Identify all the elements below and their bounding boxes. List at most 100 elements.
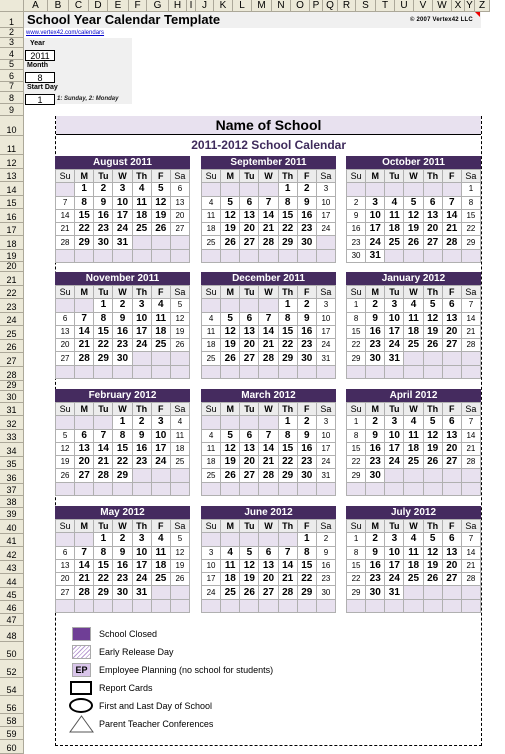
day-cell[interactable]: 7 [460, 298, 482, 313]
day-cell[interactable]: 13 [74, 441, 95, 457]
day-cell[interactable]: 16 [296, 324, 317, 340]
column-header[interactable]: H [169, 0, 187, 12]
day-cell[interactable]: 20 [441, 558, 462, 574]
day-cell[interactable]: 19 [403, 222, 424, 237]
day-cell[interactable]: 17 [315, 324, 337, 340]
day-cell[interactable]: 30 [296, 351, 317, 366]
empty-cell[interactable] [315, 481, 337, 497]
day-cell[interactable]: 30 [93, 235, 114, 250]
empty-cell[interactable] [403, 248, 424, 264]
day-cell[interactable]: 16 [112, 558, 133, 574]
day-cell[interactable]: 26 [150, 222, 171, 237]
day-cell[interactable]: 20 [239, 338, 260, 353]
day-cell[interactable]: 2 [93, 182, 114, 197]
day-cell[interactable]: 8 [345, 428, 367, 443]
day-cell[interactable]: 2 [131, 415, 152, 430]
day-cell[interactable]: 24 [150, 455, 171, 470]
day-cell[interactable]: 18 [403, 441, 424, 457]
row-header[interactable]: 38 [0, 496, 24, 508]
day-cell[interactable]: 17 [365, 222, 386, 237]
day-cell[interactable]: 26 [169, 338, 191, 353]
day-cell[interactable]: 18 [131, 208, 152, 224]
empty-cell[interactable] [365, 598, 386, 614]
empty-cell[interactable] [54, 415, 76, 430]
empty-cell[interactable] [150, 364, 171, 380]
empty-cell[interactable] [403, 598, 424, 614]
empty-cell[interactable] [169, 248, 191, 264]
row-header[interactable]: 28 [0, 367, 24, 381]
empty-cell[interactable] [441, 585, 462, 600]
empty-cell[interactable] [200, 298, 222, 313]
day-cell[interactable]: 25 [384, 235, 405, 250]
day-cell[interactable]: 10 [112, 195, 133, 210]
day-cell[interactable]: 22 [345, 455, 367, 470]
row-header[interactable]: 59 [0, 727, 24, 740]
empty-cell[interactable] [220, 532, 241, 547]
empty-cell[interactable] [441, 468, 462, 483]
day-cell[interactable]: 19 [422, 441, 443, 457]
day-cell[interactable]: 29 [345, 585, 367, 600]
empty-cell[interactable] [74, 364, 95, 380]
day-cell[interactable]: 21 [441, 222, 462, 237]
day-cell[interactable]: 15 [74, 208, 95, 224]
empty-cell[interactable] [384, 182, 405, 197]
column-header[interactable]: O [291, 0, 310, 12]
day-cell[interactable]: 24 [315, 338, 337, 353]
day-cell[interactable]: 6 [74, 428, 95, 443]
month-title[interactable]: May 2012 [55, 506, 190, 519]
day-cell[interactable]: 21 [74, 338, 95, 353]
day-cell[interactable]: 24 [131, 338, 152, 353]
day-cell[interactable]: 21 [277, 572, 298, 587]
row-header[interactable]: 24 [0, 313, 24, 326]
day-cell[interactable]: 3 [200, 545, 222, 560]
month-title[interactable]: September 2011 [201, 156, 336, 169]
day-cell[interactable]: 12 [422, 428, 443, 443]
day-cell[interactable]: 2 [296, 182, 317, 197]
day-cell[interactable]: 20 [239, 455, 260, 470]
empty-cell[interactable] [200, 415, 222, 430]
day-cell[interactable]: 10 [365, 208, 386, 224]
empty-cell[interactable] [169, 235, 191, 250]
day-cell[interactable]: 22 [93, 338, 114, 353]
day-cell[interactable]: 1 [277, 415, 298, 430]
day-cell[interactable]: 5 [422, 298, 443, 313]
empty-cell[interactable] [422, 598, 443, 614]
empty-cell[interactable] [74, 415, 95, 430]
empty-cell[interactable] [296, 364, 317, 380]
day-cell[interactable]: 18 [220, 572, 241, 587]
empty-cell[interactable] [239, 415, 260, 430]
row-header[interactable]: 43 [0, 561, 24, 574]
day-cell[interactable]: 8 [93, 311, 114, 326]
empty-cell[interactable] [258, 532, 279, 547]
row-header[interactable]: 29 [0, 381, 24, 391]
day-cell[interactable]: 21 [258, 455, 279, 470]
column-header[interactable]: Y [465, 0, 475, 12]
empty-cell[interactable] [365, 182, 386, 197]
day-cell[interactable]: 11 [403, 545, 424, 560]
empty-cell[interactable] [150, 248, 171, 264]
empty-cell[interactable] [239, 248, 260, 264]
row-header[interactable]: 54 [0, 678, 24, 696]
day-cell[interactable]: 3 [384, 415, 405, 430]
row-header[interactable]: 47 [0, 614, 24, 626]
select-all-corner[interactable] [0, 0, 24, 12]
row-header[interactable]: 32 [0, 416, 24, 430]
day-cell[interactable]: 19 [169, 558, 191, 574]
day-cell[interactable]: 20 [239, 222, 260, 237]
empty-cell[interactable] [54, 248, 76, 264]
day-cell[interactable]: 4 [220, 545, 241, 560]
day-cell[interactable]: 12 [169, 311, 191, 326]
day-cell[interactable]: 27 [239, 351, 260, 366]
empty-cell[interactable] [384, 468, 405, 483]
day-cell[interactable]: 23 [365, 338, 386, 353]
empty-cell[interactable] [258, 598, 279, 614]
empty-cell[interactable] [169, 468, 191, 483]
month-title[interactable]: February 2012 [55, 389, 190, 402]
day-cell[interactable]: 25 [150, 338, 171, 353]
empty-cell[interactable] [345, 364, 367, 380]
empty-cell[interactable] [403, 585, 424, 600]
row-header[interactable]: 23 [0, 299, 24, 313]
empty-cell[interactable] [315, 248, 337, 264]
empty-cell[interactable] [112, 598, 133, 614]
day-cell[interactable]: 24 [131, 572, 152, 587]
